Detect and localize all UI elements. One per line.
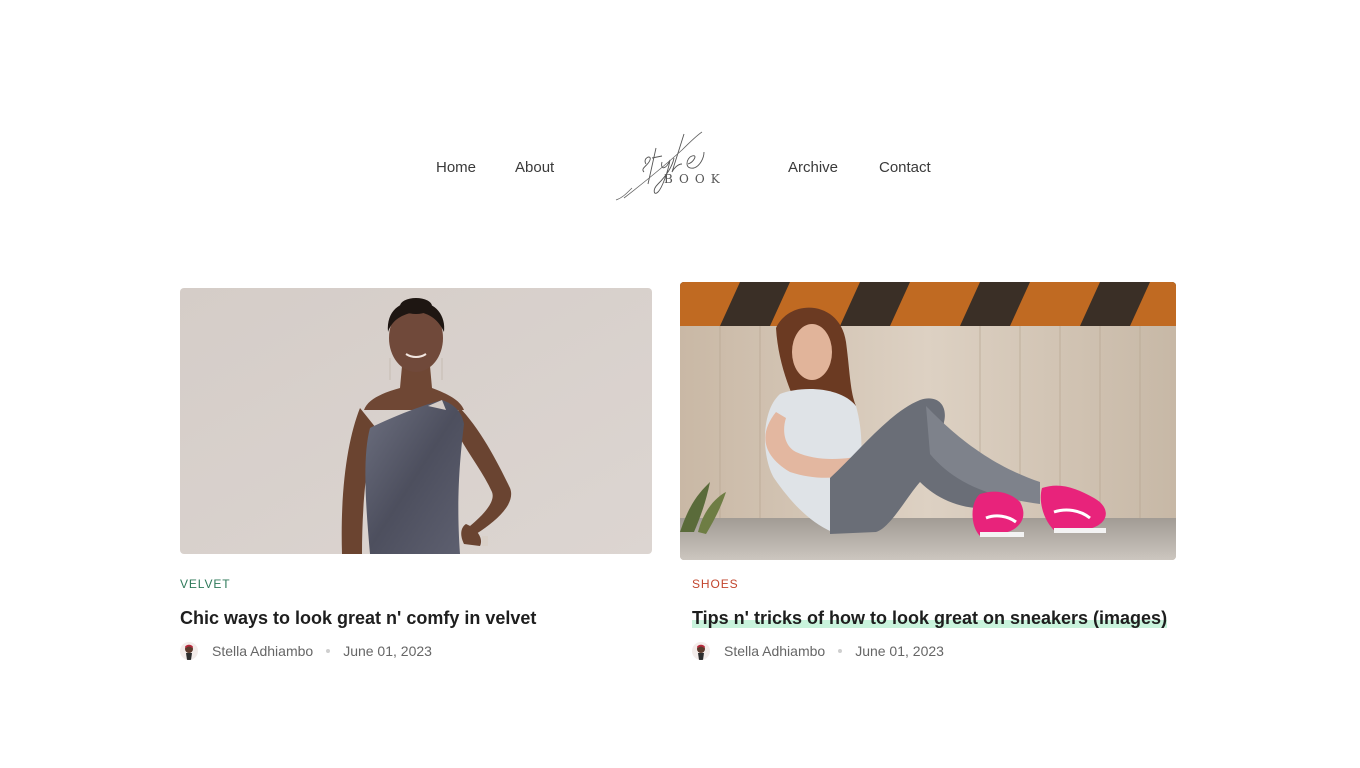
page: Home About BOOK Archive Contact VELVET C… <box>0 0 1360 768</box>
post-card-velvet: VELVET Chic ways to look great n' comfy … <box>180 288 652 660</box>
post-date: June 01, 2023 <box>343 643 432 659</box>
separator-dot <box>326 649 331 653</box>
post-title-text: Chic ways to look great n' comfy in velv… <box>180 608 537 628</box>
woman-in-pink-sneakers-image <box>680 282 1176 560</box>
post-title[interactable]: Tips n' tricks of how to look great on s… <box>692 607 1168 629</box>
separator-dot <box>838 649 843 653</box>
post-thumbnail[interactable] <box>180 288 652 554</box>
author-avatar[interactable] <box>180 642 198 660</box>
byline: Stella Adhiambo June 01, 2023 <box>692 641 1167 661</box>
post-title[interactable]: Chic ways to look great n' comfy in velv… <box>180 607 536 629</box>
author-name[interactable]: Stella Adhiambo <box>212 641 313 661</box>
avatar-image <box>180 642 198 660</box>
post-card-shoes: SHOES Tips n' tricks of how to look grea… <box>680 282 1176 660</box>
nav-link-about[interactable]: About <box>515 159 554 177</box>
nav-link-home[interactable]: Home <box>436 159 476 177</box>
post-date: June 01, 2023 <box>855 643 944 659</box>
woman-in-velvet-dress-image <box>180 288 652 554</box>
site-logo[interactable]: BOOK <box>612 128 728 208</box>
byline: Stella Adhiambo June 01, 2023 <box>180 641 536 661</box>
avatar-image <box>692 642 710 660</box>
logo-caps-text: BOOK <box>664 172 726 186</box>
post-meta: SHOES Tips n' tricks of how to look grea… <box>692 575 1168 661</box>
nav-link-contact[interactable]: Contact <box>879 159 931 177</box>
category-tag[interactable]: SHOES <box>692 577 739 591</box>
post-meta: VELVET Chic ways to look great n' comfy … <box>180 575 536 661</box>
post-thumbnail[interactable] <box>680 282 1176 560</box>
post-title-text: Tips n' tricks of how to look great on s… <box>692 608 1168 628</box>
author-avatar[interactable] <box>692 642 710 660</box>
category-tag[interactable]: VELVET <box>180 577 231 591</box>
author-name[interactable]: Stella Adhiambo <box>724 641 825 661</box>
main-nav: Home About BOOK Archive Contact <box>0 128 1360 208</box>
logo-mark: BOOK <box>615 131 726 201</box>
nav-link-archive[interactable]: Archive <box>788 159 838 177</box>
